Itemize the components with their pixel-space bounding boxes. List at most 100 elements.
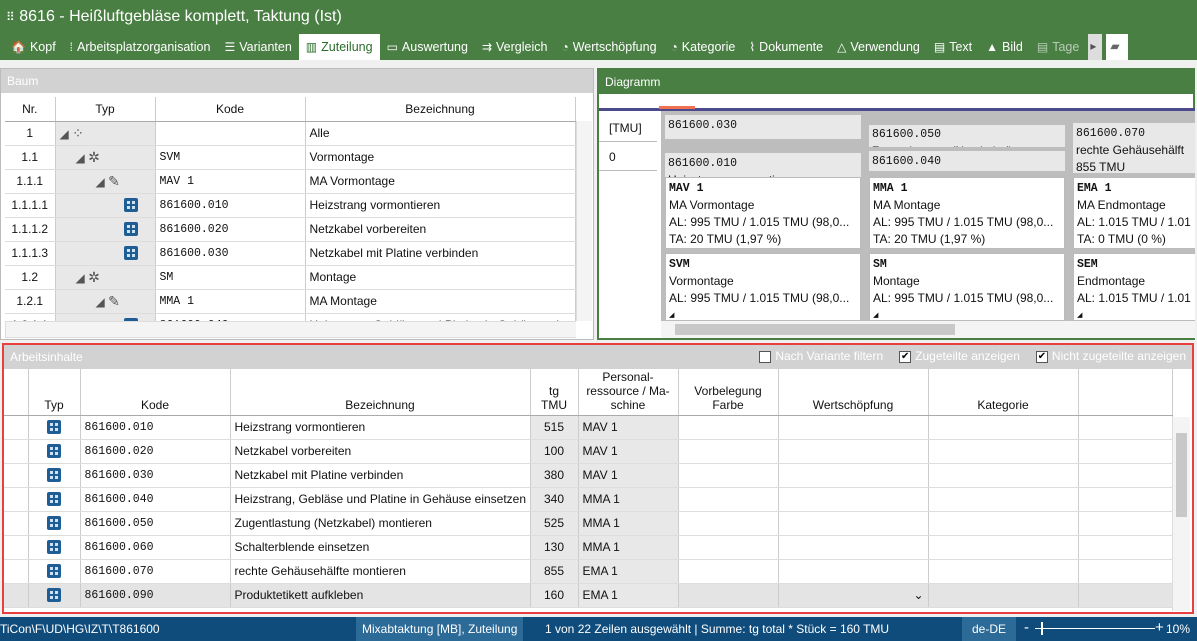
work-wertschoepfung[interactable] [778,511,929,536]
work-row[interactable]: 861600.090 Produktetikett aufkleben 160 EMA… [4,583,1173,608]
status-locale[interactable]: de-DE [962,617,1017,641]
filter-checkbox[interactable]: Nach Variante filtern [759,349,883,363]
chevron-down-icon[interactable]: ⌄ [913,588,923,602]
expand-icon[interactable]: ◢ [76,151,85,165]
work-color[interactable] [678,487,779,512]
filter-checkbox[interactable]: ✔ Nicht zugeteilte anzeigen [1035,349,1186,363]
diagram-task-block[interactable]: 861600.070 rechte Gehäusehälft 855 TMU [1073,123,1195,173]
checkbox-icon[interactable]: ✔ [1035,350,1048,363]
tree-col-header[interactable]: Nr. [5,97,56,122]
work-row[interactable]: 861600.060 Schalterblende einsetzen 130 MMA… [4,535,1173,560]
work-col-header[interactable]: Bezeichnung [230,369,531,416]
expand-icon[interactable]: ◢ [76,271,85,285]
resize-grip-icon[interactable]: ◢ [1077,307,1195,320]
tree-col-header[interactable]: Typ [55,97,156,122]
tab-auswertung[interactable]: ▭ Auswertung [380,34,475,60]
diagram-task-block[interactable]: 861600.030 [665,115,861,139]
tab-bild[interactable]: ▲ Bild [979,34,1030,60]
work-color[interactable] [678,463,779,488]
folder-icon[interactable]: ▰ [1106,34,1129,60]
work-color[interactable] [678,511,779,536]
work-kategorie[interactable] [928,535,1079,560]
checkbox-icon[interactable]: ✔ [899,350,912,363]
work-kategorie[interactable] [928,463,1079,488]
expand-icon[interactable]: ◢ [96,175,105,189]
work-row[interactable]: 861600.010 Heizstrang vormontieren 515 MAV … [4,415,1173,440]
work-col-header[interactable]: tg TMU [530,369,579,416]
row-selector[interactable] [4,415,29,440]
work-col-header[interactable]: Wertschöpfung [778,369,929,416]
work-wertschoepfung[interactable] [778,463,929,488]
filter-checkbox[interactable]: ✔ Zugeteilte anzeigen [899,349,1020,363]
work-wertschoepfung[interactable]: ⌄ [778,583,929,608]
diagram-station-block[interactable]: SVM Vormontage AL: 995 TMU / 1.015 TMU (98… [665,253,861,321]
tree-row[interactable]: 1.1.1.3 861600.030 Netzkabel mit Platine v… [5,241,576,266]
work-row[interactable]: 861600.040 Heizstrang, Gebläse und Platin… [4,487,1173,512]
row-selector[interactable] [4,439,29,464]
diagram-station-block[interactable]: SEM Endmontage AL: 1.015 TMU / 1.01 ◢ [1073,253,1195,321]
work-color[interactable] [678,559,779,584]
work-kategorie[interactable] [928,415,1079,440]
zoom-slider[interactable] [1035,622,1155,635]
work-row[interactable]: 861600.020 Netzkabel vorbereiten 100 MAV 1 [4,439,1173,464]
tree-col-header[interactable]: Bezeichnung [305,97,576,122]
tree-col-header[interactable]: Kode [155,97,306,122]
work-kategorie[interactable] [928,511,1079,536]
tree-row[interactable]: 1.1.1.2 861600.020 Netzkabel vorbereiten [5,217,576,242]
tree-row[interactable]: 1.1 ◢ ✲ SVM Vormontage [5,145,576,170]
zoom-in-button[interactable]: + [1155,619,1164,636]
tab-vergleich[interactable]: ⇉ Vergleich [475,34,555,60]
row-selector[interactable] [4,511,29,536]
tree-vertical-scrollbar[interactable] [576,121,592,321]
row-selector[interactable] [4,487,29,512]
diagram-worker-block[interactable]: MAV 1 MA Vormontage AL: 995 TMU / 1.015 TM… [665,177,861,249]
work-wertschoepfung[interactable] [778,439,929,464]
diagram-task-block[interactable]: 861600.050 Zugentlastung (Netzkabel) mon [869,125,1065,147]
work-wertschoepfung[interactable] [778,415,929,440]
work-col-header[interactable]: Kode [80,369,231,416]
work-kategorie[interactable] [928,439,1079,464]
work-wertschoepfung[interactable] [778,559,929,584]
tab-arbeitsplatzorganisation[interactable]: ⁞ Arbeitsplatzorganisation [63,34,218,60]
row-selector[interactable] [4,559,29,584]
work-col-header[interactable]: Kategorie [928,369,1079,416]
tree-row[interactable]: 1 ◢ ⁘ Alle [5,121,576,146]
resize-grip-icon[interactable]: ◢ [669,307,857,320]
work-vertical-scrollbar[interactable] [1172,417,1190,611]
resize-grip-icon[interactable]: ◢ [873,307,1061,320]
work-row[interactable]: 861600.030 Netzkabel mit Platine verbinde… [4,463,1173,488]
row-selector[interactable] [4,463,29,488]
work-col-header[interactable]: Vorbelegung Farbe [678,369,779,416]
tab-wertschöpfung[interactable]: ◔ Wertschöpfung [554,34,663,60]
tree-row[interactable]: 1.1.1.1 861600.010 Heizstrang vormontieren [5,193,576,218]
diagram-task-block[interactable]: 861600.040 [869,151,1065,171]
row-selector[interactable] [4,535,29,560]
tab-kategorie[interactable]: ◔ Kategorie [664,34,743,60]
expand-icon[interactable]: ◢ [96,295,105,309]
checkbox-icon[interactable] [759,350,772,363]
expand-icon[interactable]: ◢ [60,127,69,141]
work-col-header[interactable]: Personal-ressource / Ma-schine [578,369,679,416]
work-kategorie[interactable] [928,559,1079,584]
row-selector[interactable] [4,583,29,608]
tab-text[interactable]: ▤ Text [927,34,979,60]
tab-kopf[interactable]: 🏠 Kopf [4,34,63,60]
work-color[interactable] [678,583,779,608]
tree-row[interactable]: 1.2 ◢ ✲ SM Montage [5,265,576,290]
diagram-station-block[interactable]: SM Montage AL: 995 TMU / 1.015 TMU (98,0..… [869,253,1065,321]
diagram-worker-block[interactable]: MMA 1 MA Montage AL: 995 TMU / 1.015 TMU (… [869,177,1065,249]
work-kategorie[interactable] [928,487,1079,512]
work-row[interactable]: 861600.050 Zugentlastung (Netzkabel) mont… [4,511,1173,536]
tab-varianten[interactable]: ☰ Varianten [217,34,298,60]
tree-row[interactable]: 1.1.1 ◢ ✎ MAV 1 MA Vormontage [5,169,576,194]
tab-scroll-right-button[interactable]: ▸ [1088,34,1103,60]
tab-verwendung[interactable]: △ Verwendung [830,34,927,60]
tree-row[interactable]: 1.2.1 ◢ ✎ MMA 1 MA Montage [5,289,576,314]
work-col-header[interactable]: Typ [28,369,81,416]
work-row[interactable]: 861600.070 rechte Gehäusehälfte montieren… [4,559,1173,584]
work-wertschoepfung[interactable] [778,487,929,512]
tab-zuteilung[interactable]: ▥ Zuteilung [298,34,380,60]
work-color[interactable] [678,535,779,560]
work-kategorie[interactable] [928,583,1079,608]
tab-tage[interactable]: ▤ Tage [1030,34,1086,60]
